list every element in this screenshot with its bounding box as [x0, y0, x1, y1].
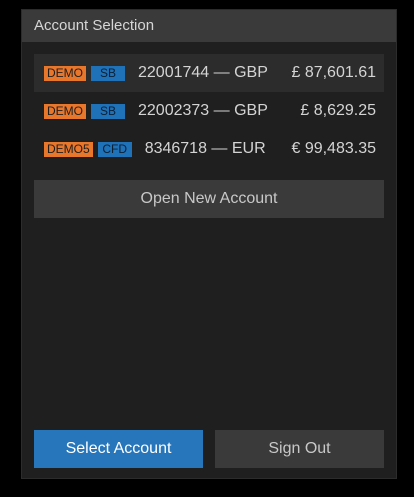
- open-new-account-button[interactable]: Open New Account: [34, 180, 384, 218]
- environment-tag: DEMO: [44, 65, 86, 81]
- environment-tag: DEMO5: [44, 141, 93, 157]
- account-type-tag: SB: [91, 65, 125, 81]
- account-row[interactable]: DEMO SB 22001744 — GBP £ 87,601.61: [34, 54, 384, 92]
- account-number: 8346718 — EUR: [144, 140, 266, 157]
- environment-tag: DEMO: [44, 103, 86, 119]
- account-balance: £ 87,601.61: [291, 64, 376, 81]
- account-balance: £ 8,629.25: [300, 102, 376, 119]
- account-type-tag: SB: [91, 103, 125, 119]
- account-balance: € 99,483.35: [291, 140, 376, 157]
- panel-title: Account Selection: [22, 10, 396, 42]
- account-type-tag: CFD: [97, 141, 132, 157]
- select-account-button[interactable]: Select Account: [34, 430, 203, 468]
- account-number: 22001744 — GBP: [138, 64, 268, 81]
- account-row[interactable]: DEMO SB 22002373 — GBP £ 8,629.25: [34, 92, 384, 130]
- account-number: 22002373 — GBP: [138, 102, 268, 119]
- account-row[interactable]: DEMO5 CFD 8346718 — EUR € 99,483.35: [34, 130, 384, 168]
- account-list: DEMO SB 22001744 — GBP £ 87,601.61 DEMO …: [34, 54, 384, 168]
- account-selection-panel: Account Selection DEMO SB 22001744 — GBP…: [21, 9, 397, 479]
- sign-out-button[interactable]: Sign Out: [215, 430, 384, 468]
